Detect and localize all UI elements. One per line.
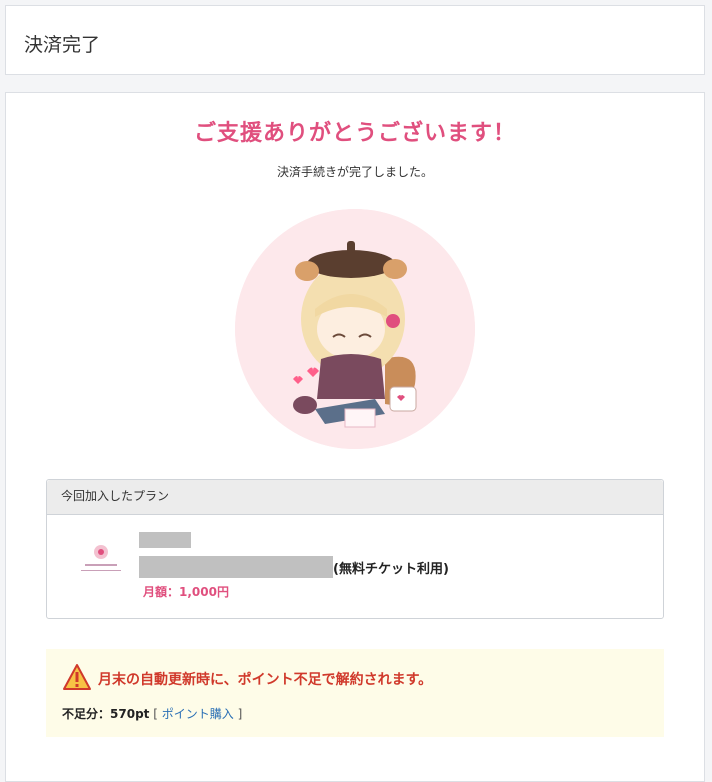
creator-logo[interactable] xyxy=(77,540,125,576)
auto-renew-warning: 月末の自動更新時に、ポイント不足で解約されます。 不足分：570pt [ ポイン… xyxy=(46,649,664,737)
shortage-value: 570pt xyxy=(110,707,150,721)
ticket-note: (無料チケット利用) xyxy=(333,562,449,577)
thanks-heading: ご支援ありがとうございます！ xyxy=(193,121,516,146)
warning-message: 月末の自動更新時に、ポイント不足で解約されます。 xyxy=(98,672,433,688)
shortage-label: 不足分： xyxy=(62,707,111,721)
plan-price: 月額：1,000円 xyxy=(143,585,229,599)
joined-plan-panel: 今回加入したプラン (無料チケット利用) 月額：1,000円 xyxy=(46,479,664,619)
warning-icon xyxy=(62,663,92,691)
bracket-open: [ xyxy=(153,707,158,721)
mascot-illustration xyxy=(235,209,475,449)
page-title: 決済完了 xyxy=(24,34,101,56)
thanks-subtitle: 決済手続きが完了しました。 xyxy=(276,165,433,179)
page-header: 決済完了 xyxy=(5,5,705,75)
redacted-plan-name xyxy=(139,556,333,578)
bracket-close: ] xyxy=(237,707,243,721)
payment-complete-card: ご支援ありがとうございます！ 決済手続きが完了しました。 今回加入したプラン (… xyxy=(5,92,705,782)
shortage-line: 不足分：570pt [ ポイント購入 ] xyxy=(62,705,242,722)
plan-panel-heading: 今回加入したプラン xyxy=(47,480,663,515)
buy-points-link[interactable]: ポイント購入 xyxy=(162,707,234,721)
redacted-creator-name xyxy=(139,532,191,548)
